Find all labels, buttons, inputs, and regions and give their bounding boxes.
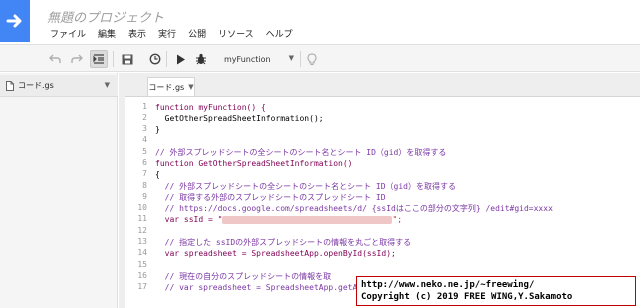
ssid-declaration: var ssId = "	[155, 215, 223, 224]
function-select[interactable]: myFunction ▼	[218, 52, 296, 66]
debug-button[interactable]	[192, 50, 210, 68]
line-number: 4	[142, 135, 147, 144]
line-number-gutter: 1 2 3 4 5 6 7 8 9 10 11 12 13 14 15 16 1…	[125, 97, 155, 308]
toolbar-divider	[300, 51, 301, 67]
toolbar-divider	[113, 51, 114, 67]
redo-button[interactable]	[68, 50, 86, 68]
code-comment-line: // 外部スプレッドシートの全シートのシート名とシート ID（gid）を取得する	[155, 182, 456, 191]
redo-icon	[71, 54, 83, 63]
undo-button[interactable]	[46, 50, 64, 68]
debug-bug-icon	[196, 53, 206, 65]
line-number: 3	[142, 124, 147, 133]
toolbar: myFunction ▼	[0, 44, 640, 72]
line-number: 15	[137, 260, 147, 269]
indent-icon	[93, 54, 104, 64]
editor-area: コード.gs ▼ 1 2 3 4 5 6 7 8 9 10 11 12 13 1…	[119, 73, 640, 308]
line-number: 11	[137, 214, 147, 223]
tab-label: コード.gs	[148, 82, 185, 92]
line-number: 8	[142, 181, 147, 190]
tab-code-gs[interactable]: コード.gs ▼	[147, 77, 195, 96]
menu-publish[interactable]: 公開	[182, 27, 212, 41]
copyright-watermark: http://www.neko.ne.jp/~freewing/ Copyrig…	[356, 276, 636, 306]
line-number: 5	[142, 147, 147, 156]
chevron-down-icon[interactable]: ▼	[105, 81, 110, 89]
line-number: 9	[142, 192, 147, 201]
code-line: GetOtherSpreadSheetInformation();	[155, 114, 324, 123]
line-number: 16	[137, 271, 147, 280]
triggers-clock-icon	[149, 53, 161, 65]
function-select-value: myFunction	[224, 54, 271, 64]
code-comment-line: // 取得する外部のスプレッドシートのスプレッドシート ID	[155, 193, 386, 202]
menu-bar: ファイル 編集 表示 実行 公開 リソース ヘルプ	[44, 27, 299, 41]
app-header: 無題のプロジェクト ファイル 編集 表示 実行 公開 リソース ヘルプ	[0, 0, 640, 42]
code-line: function GetOtherSpreadSheetInformation(…	[155, 159, 353, 168]
indent-button[interactable]	[90, 50, 108, 68]
code-line-ssid: var ssId = " ";	[155, 214, 402, 225]
line-number: 13	[137, 237, 147, 246]
triggers-button[interactable]	[146, 50, 164, 68]
code-comment-line: // 現在の自分のスプレッドシートの情報を取	[155, 272, 332, 281]
menu-run[interactable]: 実行	[152, 27, 182, 41]
file-name: コード.gs	[18, 81, 54, 90]
toolbar-divider	[166, 51, 167, 67]
line-number: 2	[142, 113, 147, 122]
project-title[interactable]: 無題のプロジェクト	[47, 7, 164, 26]
line-number: 6	[142, 158, 147, 167]
line-number: 7	[142, 169, 147, 178]
file-icon	[6, 80, 14, 91]
file-item-code[interactable]: コード.gs ▼	[0, 75, 118, 97]
chevron-down-icon: ▼	[288, 54, 294, 62]
line-number: 14	[137, 248, 147, 257]
apps-script-logo[interactable]	[0, 0, 30, 42]
run-play-icon	[177, 54, 185, 64]
watermark-copyright: Copyright (c) 2019 FREE WING,Y.Sakamoto	[361, 292, 573, 302]
line-number: 17	[137, 282, 147, 291]
code-comment-line: // https://docs.google.com/spreadsheets/…	[155, 204, 553, 213]
menu-file[interactable]: ファイル	[44, 27, 92, 41]
redacted-spreadsheet-id	[222, 215, 393, 224]
code-line: {	[155, 170, 160, 179]
code-line: }	[155, 125, 160, 134]
menu-help[interactable]: ヘルプ	[260, 27, 299, 41]
chevron-down-icon[interactable]: ▼	[188, 83, 193, 91]
apps-script-arrow-icon	[6, 14, 22, 28]
menu-edit[interactable]: 編集	[92, 27, 122, 41]
watermark-url: http://www.neko.ne.jp/~freewing/	[361, 280, 535, 290]
save-button[interactable]	[118, 50, 136, 68]
file-sidebar: コード.gs ▼	[0, 73, 118, 308]
string-close: ";	[392, 215, 403, 224]
code-comment-line: // 外部スプレッドシートの全シートのシート名とシート ID（gid）を取得する	[155, 148, 447, 157]
lightbulb-button[interactable]	[303, 50, 321, 68]
line-number: 10	[137, 203, 147, 212]
code-line: function myFunction() {	[155, 103, 266, 112]
undo-icon	[49, 54, 61, 63]
menu-view[interactable]: 表示	[122, 27, 152, 41]
run-button[interactable]	[172, 50, 190, 68]
line-number: 1	[142, 102, 147, 111]
save-icon	[122, 54, 132, 64]
line-number: 12	[137, 226, 147, 235]
lightbulb-icon	[307, 52, 317, 65]
code-comment-line: // 指定した ssIDの外部スプレッドシートの情報を丸ごと取得する	[155, 238, 412, 247]
menu-resources[interactable]: リソース	[212, 27, 260, 41]
code-line: var spreadsheet = SpreadsheetApp.openByI…	[155, 249, 396, 258]
